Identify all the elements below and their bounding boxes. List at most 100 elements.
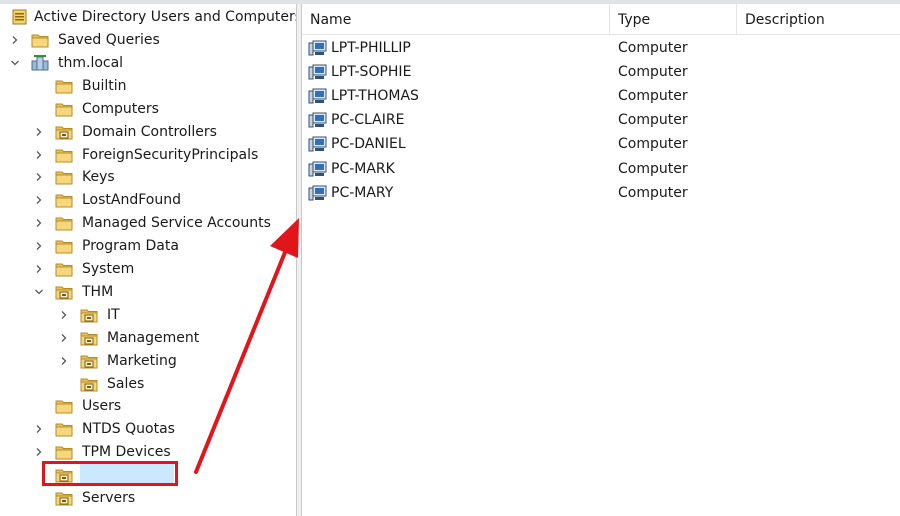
tree-item-marketing[interactable]: Marketing: [0, 350, 296, 372]
list-item[interactable]: LPT-THOMAS Computer: [302, 84, 900, 108]
tree-item-ntds-quotas[interactable]: NTDS Quotas: [0, 418, 296, 440]
tree-item-keys[interactable]: Keys: [0, 166, 296, 188]
ou-icon: [80, 378, 98, 391]
tree-item-label: Builtin: [82, 77, 127, 94]
folder-icon: [55, 263, 73, 277]
tree-item-label: Users: [82, 398, 122, 415]
domain-icon: [31, 54, 49, 71]
tree-item-management[interactable]: Management: [0, 327, 296, 349]
tree-item-builtin[interactable]: Builtin: [0, 75, 296, 97]
tree-item-label: LostAndFound: [82, 192, 181, 209]
tree-item-domain-controllers[interactable]: Domain Controllers: [0, 121, 296, 143]
computer-icon: [308, 136, 327, 152]
chevron-right-icon[interactable]: [57, 327, 71, 349]
list-item[interactable]: PC-DANIEL Computer: [302, 132, 900, 156]
tree-item-label: ForeignSecurityPrincipals: [82, 146, 259, 163]
tree-item-label: Program Data: [82, 238, 179, 255]
tree-item-program-data[interactable]: Program Data: [0, 235, 296, 257]
computer-name: LPT-THOMAS: [331, 88, 419, 105]
computer-name: LPT-SOPHIE: [331, 64, 412, 81]
folder-icon: [55, 240, 73, 254]
computer-name: PC-MARY: [331, 184, 394, 201]
chevron-right-icon[interactable]: [57, 350, 71, 372]
console-tree-pane[interactable]: Active Directory Users and Computers [ S…: [0, 4, 296, 516]
chevron-right-icon[interactable]: [8, 29, 22, 51]
folder-icon: [55, 80, 73, 94]
tree-item-label: Servers: [82, 490, 136, 506]
tree-item-sales[interactable]: Sales: [0, 373, 296, 395]
chevron-right-icon[interactable]: [32, 235, 46, 257]
chevron-right-icon[interactable]: [57, 304, 71, 326]
folder-icon: [55, 194, 73, 208]
tree-item-saved-queries[interactable]: Saved Queries: [0, 29, 296, 51]
tree-item-label: NTDS Quotas: [82, 421, 175, 438]
chevron-right-icon[interactable]: [32, 144, 46, 166]
computer-type: Computer: [618, 64, 688, 81]
tree-item-label: Keys: [82, 169, 115, 186]
computer-icon: [308, 112, 327, 128]
tree-item-label: Saved Queries: [58, 32, 160, 48]
tree-item-computers[interactable]: Computers: [0, 98, 296, 120]
computer-icon: [308, 88, 327, 104]
chevron-down-icon[interactable]: [8, 52, 22, 74]
list-item[interactable]: PC-MARY Computer: [302, 181, 900, 205]
aduc-console-icon: [12, 9, 27, 25]
chevron-right-icon[interactable]: [32, 166, 46, 188]
chevron-right-icon[interactable]: [32, 212, 46, 234]
chevron-right-icon[interactable]: [32, 258, 46, 280]
ou-icon: [80, 309, 98, 323]
chevron-down-icon[interactable]: [32, 281, 46, 303]
folder-icon: [55, 171, 73, 185]
folder-icon: [55, 217, 73, 231]
computer-icon: [308, 161, 327, 176]
computer-icon: [308, 185, 327, 201]
computer-type: Computer: [618, 112, 688, 129]
ou-icon: [55, 492, 73, 506]
tree-item-tpm-devices[interactable]: TPM Devices: [0, 441, 296, 463]
chevron-right-icon[interactable]: [32, 418, 46, 440]
workstations-highlight-box: [42, 461, 178, 486]
tree-item-lostandfound[interactable]: LostAndFound: [0, 189, 296, 211]
list-item[interactable]: PC-MARK Computer: [302, 157, 900, 181]
tree-item-label: IT: [107, 306, 120, 323]
folder-icon: [55, 446, 73, 460]
tree-item-servers[interactable]: Servers: [0, 487, 296, 509]
computer-name: PC-CLAIRE: [331, 112, 405, 129]
tree-item-label: Marketing: [107, 352, 177, 369]
list-item[interactable]: LPT-SOPHIE Computer: [302, 60, 900, 84]
tree-item-users[interactable]: Users: [0, 395, 296, 417]
tree-root-label: Active Directory Users and Computers [: [34, 9, 296, 25]
list-item[interactable]: PC-CLAIRE Computer: [302, 108, 900, 132]
tree-root[interactable]: Active Directory Users and Computers [: [0, 6, 296, 28]
computer-name: LPT-PHILLIP: [331, 40, 411, 56]
tree-item-label: Computers: [82, 100, 159, 117]
list-item[interactable]: LPT-PHILLIP Computer: [302, 36, 900, 60]
computer-type: Computer: [618, 40, 688, 56]
list-header: Name Type Description: [302, 4, 900, 35]
tree-item-thm[interactable]: THM: [0, 281, 296, 303]
column-header-type[interactable]: Type: [610, 4, 737, 34]
chevron-right-icon[interactable]: [32, 441, 46, 463]
tree-item-system[interactable]: System: [0, 258, 296, 280]
chevron-right-icon[interactable]: [32, 189, 46, 211]
tree-item-it[interactable]: IT: [0, 304, 296, 326]
ou-icon: [55, 126, 73, 140]
tree-item-label: Domain Controllers: [82, 123, 217, 140]
computer-type: Computer: [618, 184, 688, 201]
tree-item-managed-service-accounts[interactable]: Managed Service Accounts: [0, 212, 296, 234]
folder-icon: [31, 34, 49, 48]
chevron-right-icon[interactable]: [32, 121, 46, 143]
column-header-name[interactable]: Name: [302, 4, 610, 34]
folder-icon: [55, 400, 73, 414]
details-list-pane[interactable]: Name Type Description LPT-PHILLIP Compute…: [302, 4, 900, 516]
tree-item-label: Management: [107, 329, 200, 346]
tree-item-label: System: [82, 261, 135, 277]
tree-item-thm-local[interactable]: thm.local: [0, 52, 296, 74]
computer-icon: [308, 40, 327, 56]
tree-item-label: TPM Devices: [82, 444, 171, 461]
ou-icon: [80, 332, 98, 346]
column-header-description[interactable]: Description: [737, 4, 900, 34]
computer-icon: [308, 64, 327, 80]
tree-item-foreignsecurityprincipals[interactable]: ForeignSecurityPrincipals: [0, 144, 296, 166]
tree-item-label: Managed Service Accounts: [82, 215, 271, 232]
